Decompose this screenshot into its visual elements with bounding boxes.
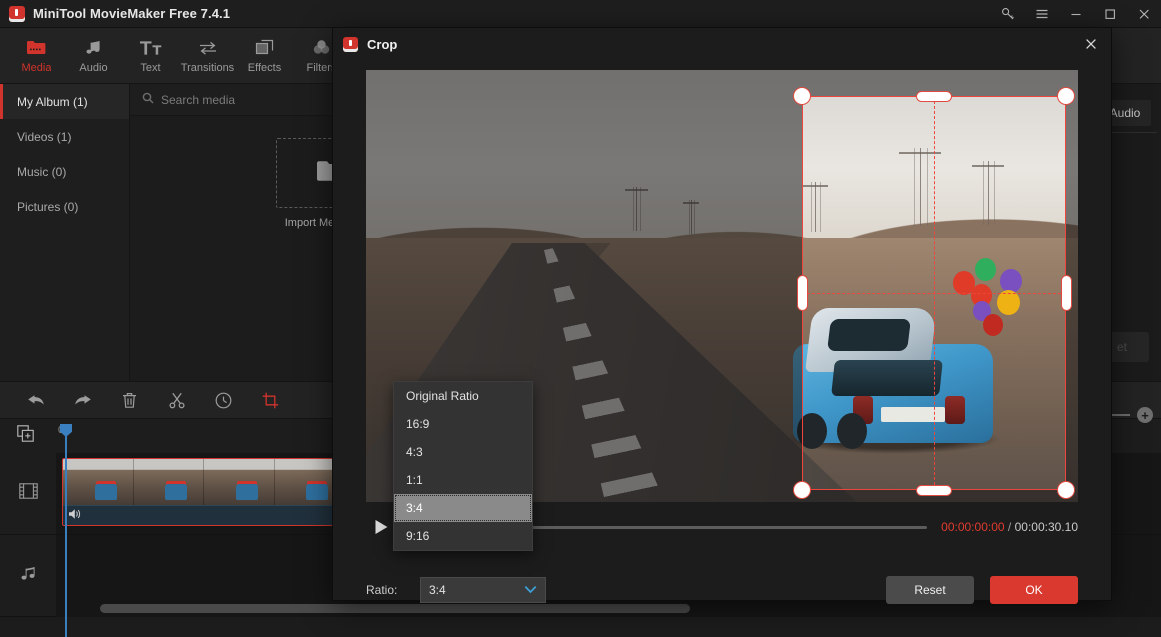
- minitool-logo-icon: [343, 36, 358, 52]
- app-window: MiniTool MovieMaker Free 7.4.1 Media Aud…: [0, 0, 1161, 637]
- time-separator: /: [1007, 520, 1012, 534]
- search-icon: [142, 91, 154, 109]
- sidebar-item-pictures[interactable]: Pictures (0): [0, 189, 129, 224]
- ratio-label: Ratio:: [366, 583, 398, 597]
- tab-filters-label: Filters: [306, 61, 337, 74]
- close-icon[interactable]: [1071, 28, 1111, 60]
- play-icon[interactable]: [366, 519, 396, 535]
- crop-guide-horizontal: [802, 293, 1066, 294]
- ratio-option-16-9[interactable]: 16:9: [394, 410, 532, 438]
- effects-squares-icon: [255, 38, 274, 58]
- speaker-icon[interactable]: [69, 507, 82, 525]
- filters-circles-icon: [312, 38, 331, 58]
- crop-icon[interactable]: [247, 381, 294, 419]
- split-icon[interactable]: [153, 381, 200, 419]
- key-icon[interactable]: [991, 0, 1025, 28]
- ratio-option-1-1[interactable]: 1:1: [394, 466, 532, 494]
- audio-track-rail: [0, 535, 56, 617]
- close-icon[interactable]: [1127, 0, 1161, 28]
- chevron-down-icon: [524, 583, 537, 597]
- crop-handle-top-center[interactable]: [916, 91, 952, 102]
- film-strip-icon: [18, 483, 38, 504]
- playhead[interactable]: [60, 424, 72, 637]
- maximize-icon[interactable]: [1093, 0, 1127, 28]
- title-bar: MiniTool MovieMaker Free 7.4.1: [0, 0, 1161, 28]
- crop-dialog-titlebar: Crop: [333, 28, 1111, 60]
- clip-thumbnails: [63, 459, 345, 507]
- ratio-option-4-3[interactable]: 4:3: [394, 438, 532, 466]
- tab-transitions-label: Text: [140, 61, 161, 74]
- library-sidebar: My Album (1) Videos (1) Music (0) Pictur…: [0, 84, 130, 381]
- add-media-icon[interactable]: [17, 425, 34, 447]
- music-note-icon: [20, 565, 37, 587]
- delete-icon[interactable]: [106, 381, 153, 419]
- ratio-select-value: 3:4: [429, 583, 446, 597]
- sidebar-item-my-album[interactable]: My Album (1): [0, 84, 129, 119]
- tab-effects[interactable]: Effects: [236, 29, 293, 83]
- minitool-logo-icon: [9, 5, 25, 22]
- crop-dialog: Crop 00:00:00:00 / 00:00:30.10 Ratio: 3:…: [333, 28, 1111, 604]
- redo-icon[interactable]: [59, 381, 106, 419]
- menu-icon[interactable]: [1025, 0, 1059, 28]
- tab-transitions[interactable]: Transitions: [179, 29, 236, 83]
- ratio-option-3-4[interactable]: 3:4: [394, 494, 532, 522]
- tab-text[interactable]: Text: [122, 29, 179, 83]
- sidebar-item-videos[interactable]: Videos (1): [0, 119, 129, 154]
- dialog-actions: Reset OK: [886, 576, 1078, 604]
- crop-handle-left-middle[interactable]: [797, 275, 808, 311]
- minimize-icon[interactable]: [1059, 0, 1093, 28]
- crop-handle-right-middle[interactable]: [1061, 275, 1072, 311]
- timeline-clip[interactable]: [62, 458, 346, 526]
- ok-button[interactable]: OK: [990, 576, 1078, 604]
- tab-audio-label: Audio: [79, 61, 108, 74]
- timecode-display: 00:00:00:00 / 00:00:30.10: [941, 520, 1078, 534]
- media-folder-icon: [27, 38, 46, 58]
- video-track-rail: [0, 453, 56, 535]
- crop-dialog-title: Crop: [367, 36, 398, 52]
- undo-icon[interactable]: [12, 381, 59, 419]
- sidebar-item-label: My Album (1): [17, 94, 88, 109]
- crop-handle-bottom-left[interactable]: [793, 481, 811, 499]
- sidebar-item-label: Music (0): [17, 164, 67, 179]
- zoom-in-button[interactable]: +: [1137, 407, 1153, 423]
- tab-effects-label: Effects: [247, 61, 282, 74]
- tab-audio[interactable]: Audio: [65, 29, 122, 83]
- crop-handle-top-right[interactable]: [1057, 87, 1075, 105]
- speed-icon[interactable]: [200, 381, 247, 419]
- tab-media-label: Media: [21, 61, 52, 74]
- sidebar-item-music[interactable]: Music (0): [0, 154, 129, 189]
- window-controls: [991, 0, 1161, 28]
- ratio-option-9-16[interactable]: 9:16: [394, 522, 532, 550]
- crop-handle-bottom-center[interactable]: [916, 485, 952, 496]
- crop-handle-bottom-right[interactable]: [1057, 481, 1075, 499]
- total-time: 00:00:30.10: [1014, 520, 1078, 534]
- text-tt-icon: [139, 38, 162, 58]
- crop-handle-top-left[interactable]: [793, 87, 811, 105]
- tab-media[interactable]: Media: [8, 29, 65, 83]
- reset-button[interactable]: Reset: [886, 576, 974, 604]
- sidebar-item-label: Videos (1): [17, 129, 72, 144]
- search-input[interactable]: [161, 92, 321, 107]
- clip-audio-strip: [63, 505, 345, 525]
- ratio-select[interactable]: 3:4: [420, 577, 546, 603]
- ratio-dropdown-list[interactable]: Original Ratio 16:9 4:3 1:1 3:4 9:16: [393, 381, 533, 551]
- tab-transitions-label2: Transitions: [180, 61, 235, 74]
- music-note-icon: [85, 38, 102, 58]
- sidebar-item-label: Pictures (0): [17, 199, 79, 214]
- current-time: 00:00:00:00: [941, 520, 1005, 534]
- ratio-option-original[interactable]: Original Ratio: [394, 382, 532, 410]
- transition-arrows-icon: [198, 38, 218, 58]
- app-title: MiniTool MovieMaker Free 7.4.1: [33, 6, 231, 21]
- ratio-row: Ratio: 3:4 Reset OK: [366, 574, 1078, 606]
